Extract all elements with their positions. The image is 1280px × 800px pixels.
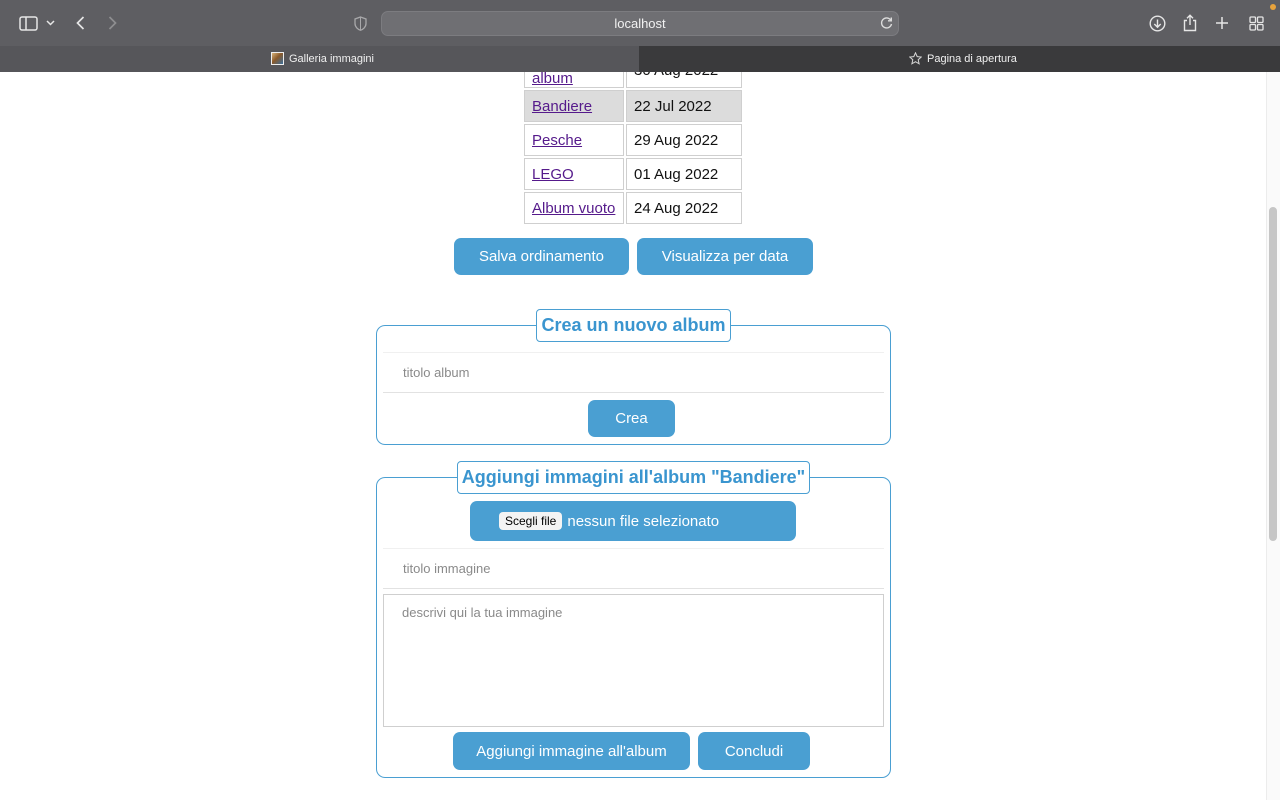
add-image-button[interactable]: Aggiungi immagine all'album: [453, 732, 690, 770]
tab-label: Galleria immagini: [289, 52, 374, 65]
create-album-button[interactable]: Crea: [588, 400, 675, 437]
back-icon[interactable]: [72, 11, 88, 35]
plus-icon[interactable]: [1214, 11, 1230, 35]
star-icon: [909, 52, 922, 65]
album-link[interactable]: LEGO: [532, 166, 574, 183]
chevron-down-icon[interactable]: [44, 11, 56, 35]
tab-bar: Galleria immagini Pagina di apertura: [0, 46, 1280, 72]
table-row: Pesche 29 Aug 2022: [524, 124, 742, 156]
table-row: Bandiere 22 Jul 2022: [524, 90, 742, 122]
share-icon[interactable]: [1182, 11, 1198, 35]
file-status: nessun file selezionato: [567, 512, 720, 530]
notification-dot: [1270, 4, 1276, 10]
sidebar-icon[interactable]: [17, 11, 39, 35]
done-button[interactable]: Concludi: [698, 732, 810, 770]
album-link[interactable]: Pesche: [532, 132, 582, 149]
create-album-legend: Crea un nuovo album: [536, 309, 731, 342]
choose-file-button[interactable]: Scegli file: [499, 512, 563, 530]
url-text: localhost: [614, 16, 666, 31]
add-images-legend: Aggiungi immagini all'album "Bandiere": [457, 461, 810, 494]
album-date: 01 Aug 2022: [626, 158, 742, 190]
forward-icon[interactable]: [104, 11, 120, 35]
shield-icon: [352, 11, 368, 35]
image-title-input[interactable]: titolo immagine: [383, 548, 884, 589]
gallery-favicon-icon: [271, 52, 284, 65]
album-link[interactable]: Bandiere: [532, 98, 592, 115]
file-picker[interactable]: Scegli file nessun file selezionato: [470, 501, 796, 541]
album-date: 29 Aug 2022: [626, 124, 742, 156]
table-row: Album vuoto 24 Aug 2022: [524, 192, 742, 224]
download-icon[interactable]: [1148, 11, 1166, 35]
album-title-input[interactable]: titolo album: [383, 352, 884, 393]
albums-table: Nuovo album 30 Aug 2022 Bandiere 22 Jul …: [522, 50, 744, 226]
address-bar[interactable]: localhost: [381, 11, 899, 36]
table-row: LEGO 01 Aug 2022: [524, 158, 742, 190]
tab-label: Pagina di apertura: [927, 52, 1017, 65]
tab-galleria[interactable]: Galleria immagini: [0, 46, 639, 72]
view-by-date-button[interactable]: Visualizza per data: [637, 238, 813, 275]
image-description-textarea[interactable]: descrivi qui la tua immagine: [383, 594, 884, 727]
reload-icon[interactable]: [880, 16, 893, 35]
browser-toolbar: localhost: [0, 0, 1280, 46]
album-date: 22 Jul 2022: [626, 90, 742, 122]
save-order-button[interactable]: Salva ordinamento: [454, 238, 629, 275]
album-link[interactable]: Album vuoto: [532, 200, 615, 217]
scrollbar-thumb[interactable]: [1269, 207, 1277, 541]
album-date: 24 Aug 2022: [626, 192, 742, 224]
tab-overview-icon[interactable]: [1247, 11, 1265, 35]
